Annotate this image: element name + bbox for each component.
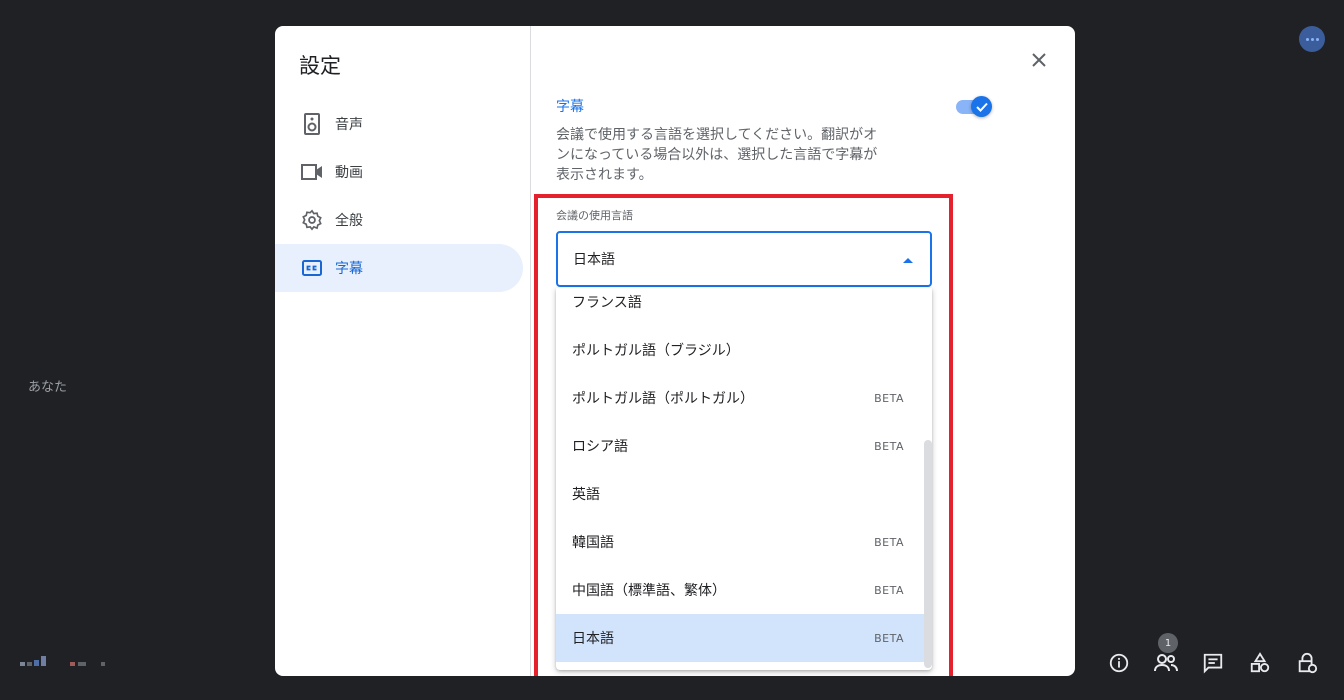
beta-badge: BETA [874,439,904,453]
more-options-button[interactable] [1299,26,1325,52]
option-label: ポルトガル語（ブラジル） [572,343,740,359]
info-button[interactable] [1104,648,1134,678]
participants-button[interactable]: 1 [1151,633,1181,678]
nav-item-captions[interactable]: 字幕 [275,244,523,292]
option-label: ロシア語 [572,439,628,455]
chat-icon [1203,653,1223,674]
captions-toggle[interactable] [956,96,992,118]
language-option[interactable]: 英語 [556,470,924,518]
option-label: 日本語 [572,631,614,647]
option-label: 韓国語 [572,535,614,551]
language-option[interactable]: ポルトガル語（ポルトガル） BETA [556,374,924,422]
network-indicator [70,662,105,666]
language-option[interactable]: ポルトガル語（ブラジル） [556,326,924,374]
activities-button[interactable] [1245,648,1275,678]
option-label: 中国語（標準語、繁体） [572,583,726,599]
info-icon [1109,653,1129,673]
dialog-title: 設定 [299,54,341,78]
bottom-toolbar: 1 [1104,633,1322,678]
nav-item-label: 字幕 [335,261,363,277]
nav-item-label: 音声 [335,117,363,133]
language-option[interactable]: ロシア語 BETA [556,422,924,470]
participants-count-badge: 1 [1158,633,1178,653]
people-icon [1154,654,1178,672]
selected-language: 日本語 [573,252,615,268]
option-label: フランス語 [572,295,642,311]
language-options-list: フランス語 ポルトガル語（ブラジル） ポルトガル語（ポルトガル） BETA ロシ… [556,288,924,662]
settings-dialog: 設定 音声 動画 全般 字幕 字幕 会議で使用する言語を選択してください。翻訳が… [275,26,1075,676]
nav-item-video[interactable]: 動画 [275,148,523,196]
meeting-language-label: 会議の使用言語 [556,209,633,222]
captions-description: 会議で使用する言語を選択してください。翻訳がオンになっている場合以外は、選択した… [556,127,878,183]
captions-settings-panel: 字幕 会議で使用する言語を選択してください。翻訳がオンになっている場合以外は、選… [556,26,1056,676]
you-label: あなた [28,380,68,395]
settings-nav: 音声 動画 全般 字幕 [275,100,523,292]
beta-badge: BETA [874,583,904,597]
beta-badge: BETA [874,535,904,549]
nav-item-label: 動画 [335,165,363,181]
gear-icon [301,209,323,231]
language-option[interactable]: フランス語 [556,288,924,326]
beta-badge: BETA [874,391,904,405]
settings-sidebar: 設定 音声 動画 全般 字幕 [275,26,531,676]
meeting-language-select[interactable]: 日本語 [556,231,932,287]
language-option[interactable]: 韓国語 BETA [556,518,924,566]
option-label: ポルトガル語（ポルトガル） [572,391,754,407]
closed-caption-icon [301,257,323,279]
captions-section-title: 字幕 [556,99,584,115]
nav-item-general[interactable]: 全般 [275,196,523,244]
language-option[interactable]: 中国語（標準語、繁体） BETA [556,566,924,614]
host-controls-button[interactable] [1292,648,1322,678]
speaker-icon [301,113,323,135]
nav-item-audio[interactable]: 音声 [275,100,523,148]
nav-item-label: 全般 [335,213,363,229]
check-icon [975,102,988,112]
toggle-thumb [971,96,992,117]
chat-button[interactable] [1198,648,1228,678]
audio-level-indicator [20,656,46,666]
language-dropdown-menu[interactable]: フランス語 ポルトガル語（ブラジル） ポルトガル語（ポルトガル） BETA ロシ… [556,288,932,670]
dropdown-scrollbar[interactable] [924,440,932,668]
language-option-selected[interactable]: 日本語 BETA [556,614,924,662]
beta-badge: BETA [874,631,904,645]
activities-icon [1250,652,1270,673]
host-controls-icon [1298,652,1318,674]
more-dots-icon [1305,37,1319,41]
videocam-icon [301,161,323,183]
caret-up-icon [903,258,913,263]
option-label: 英語 [572,487,600,503]
